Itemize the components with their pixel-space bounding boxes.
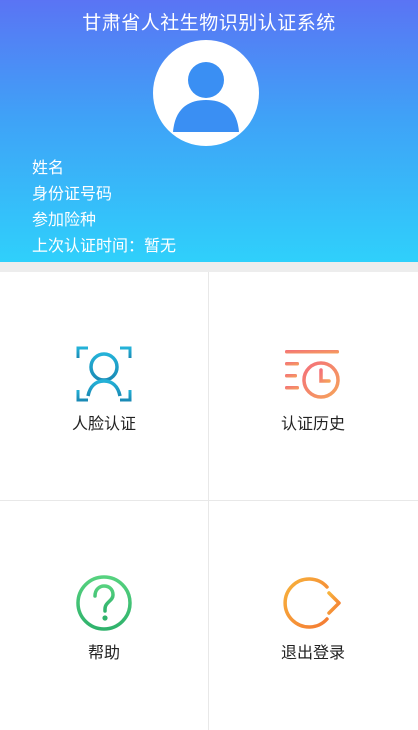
face-auth-button[interactable]: 人脸认证 <box>0 272 208 500</box>
help-button[interactable]: 帮助 <box>0 501 208 729</box>
id-number-label: 身份证号码 <box>32 184 113 203</box>
section-divider <box>0 262 418 272</box>
logout-button[interactable]: 退出登录 <box>209 501 417 729</box>
menu-grid: 人脸认证 认证历史 帮助 退出登录 <box>0 272 418 730</box>
app-screen: 甘肃省人社生物识别认证系统 姓名 身份证号码 参加险种 上次认证时间：暂无 人脸… <box>0 0 418 730</box>
help-question-icon <box>76 575 132 631</box>
avatar[interactable] <box>153 40 259 146</box>
face-auth-label: 人脸认证 <box>71 414 136 433</box>
auth-history-label: 认证历史 <box>280 414 345 433</box>
app-title: 甘肃省人社生物识别认证系统 <box>82 12 336 34</box>
insurance-type-label: 参加险种 <box>32 210 97 229</box>
name-label: 姓名 <box>32 158 65 177</box>
auth-history-button[interactable]: 认证历史 <box>209 272 417 500</box>
logout-label: 退出登录 <box>280 643 345 662</box>
user-info: 姓名 身份证号码 参加险种 上次认证时间：暂无 <box>32 155 176 259</box>
profile-header: 甘肃省人社生物识别认证系统 姓名 身份证号码 参加险种 上次认证时间：暂无 <box>0 0 418 262</box>
face-scan-icon <box>76 346 132 402</box>
logout-arrow-icon <box>283 577 341 629</box>
last-auth-time: 上次认证时间：暂无 <box>32 236 177 255</box>
history-clock-icon <box>285 350 340 399</box>
user-avatar-icon <box>155 42 257 144</box>
help-label: 帮助 <box>87 643 120 662</box>
